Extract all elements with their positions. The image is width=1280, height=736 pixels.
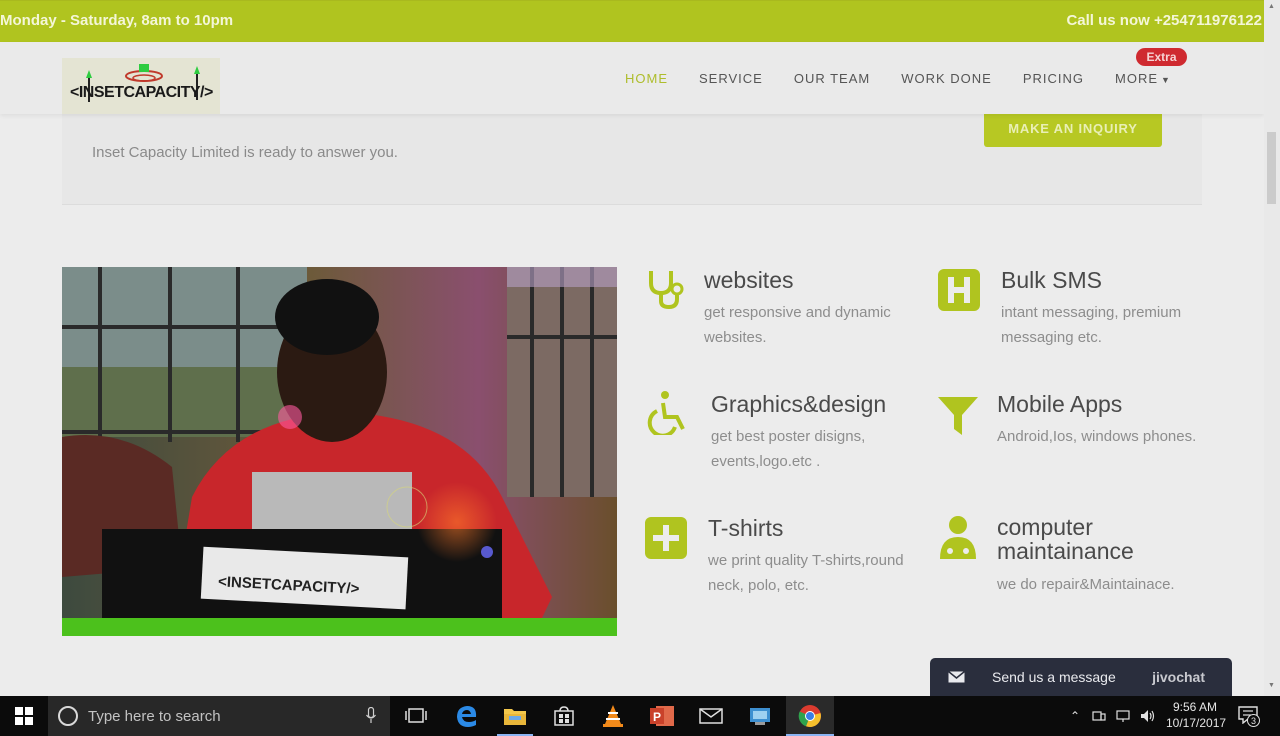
chevron-up-icon[interactable]: ⌃ (1070, 709, 1080, 723)
page-scrollbar[interactable]: ▲ ▼ (1264, 0, 1280, 696)
folder-icon (504, 709, 526, 725)
call-us-phone[interactable]: Call us now +254711976122 (1066, 12, 1262, 29)
user-doctor-icon (940, 516, 976, 559)
clock[interactable]: 9:56 AM 10/17/2017 (1166, 699, 1227, 731)
service-desc: we print quality T-shirts,round neck, po… (708, 552, 904, 594)
chat-brand: jivochat (1152, 669, 1205, 685)
chat-message-label: Send us a message (992, 669, 1116, 685)
main-nav: HOME SERVICE OUR TEAM WORK DONE PRICING … (625, 71, 1202, 86)
chrome-icon (798, 705, 821, 728)
stethoscope-icon (649, 271, 684, 310)
service-tshirts: T-shirts we print quality T-shirts,round… (645, 515, 915, 605)
powerpoint-icon: P (650, 706, 674, 726)
site-logo[interactable]: <INSETCAPACITY/> (62, 58, 220, 114)
nav-more-label: MORE (1115, 71, 1159, 86)
service-bulk-sms: Bulk SMS intant messaging, premium messa… (938, 267, 1208, 357)
jivochat-widget[interactable]: Send us a message jivochat (930, 658, 1232, 696)
vlc-cone-icon (603, 705, 623, 727)
cortana-icon (58, 706, 78, 726)
volume-icon[interactable] (1140, 709, 1156, 723)
nav-pricing[interactable]: PRICING (1023, 71, 1084, 86)
web-page: Monday - Saturday, 8am to 10pm Call us n… (0, 0, 1264, 696)
scroll-up-icon[interactable]: ▲ (1268, 3, 1275, 10)
service-title: T-shirts (708, 515, 784, 541)
edge-icon (457, 706, 477, 727)
team-member-photo: <INSETCAPACITY/> (62, 267, 617, 618)
microphone-icon[interactable] (366, 707, 376, 724)
logo-text: <INSETCAPACITY/> (70, 84, 213, 101)
service-desc: get responsive and dynamic websites. (704, 304, 891, 346)
extra-badge: Extra (1136, 48, 1187, 66)
service-title: Bulk SMS (1001, 267, 1102, 293)
make-inquiry-button[interactable]: MAKE AN INQUIRY (984, 110, 1162, 147)
chrome-button[interactable] (786, 696, 834, 736)
nav-work-done[interactable]: WORK DONE (901, 71, 992, 86)
service-graphics: Graphics&design get best poster disigns,… (645, 391, 915, 481)
task-view-button[interactable] (392, 696, 440, 736)
device-icon[interactable] (1092, 709, 1106, 723)
clock-time: 9:56 AM (1172, 700, 1218, 714)
service-desc: intant messaging, premium messaging etc. (1001, 304, 1182, 346)
clock-date: 10/17/2017 (1166, 716, 1227, 730)
service-title: Graphics&design (711, 391, 887, 417)
action-center-button[interactable]: 3 (1238, 706, 1260, 727)
service-desc: Android,Ios, windows phones. (997, 428, 1197, 445)
mail-button[interactable] (687, 696, 735, 736)
control-panel-button[interactable] (736, 696, 784, 736)
notification-count: 3 (1247, 714, 1260, 727)
taskbar-search-box[interactable]: Type here to search (48, 696, 390, 736)
service-title: Mobile Apps (997, 391, 1123, 417)
control-panel-icon (750, 708, 770, 725)
file-explorer-button[interactable] (491, 696, 539, 736)
vlc-button[interactable] (589, 696, 637, 736)
service-mobile-apps: Mobile Apps Android,Ios, windows phones. (938, 391, 1208, 481)
service-websites: websites get responsive and dynamic webs… (645, 267, 915, 357)
system-tray: ⌃ (1070, 696, 1156, 736)
service-computer-maintainance: computer maintainance we do repair&Maint… (938, 515, 1208, 605)
service-desc: get best poster disigns, events,logo.etc… (711, 428, 866, 470)
photo-accent-bar (62, 618, 617, 636)
store-button[interactable] (540, 696, 588, 736)
svg-text:P: P (653, 710, 661, 724)
service-title: computer maintainance (997, 514, 1134, 564)
scroll-down-icon[interactable]: ▼ (1268, 682, 1275, 689)
windows-taskbar: Type here to search P ⌃ 9:56 AM 10/17/20… (0, 696, 1280, 736)
scrollbar-thumb[interactable] (1267, 132, 1276, 204)
windows-start-icon[interactable] (15, 707, 33, 725)
edge-browser-button[interactable] (443, 696, 491, 736)
plus-square-icon (645, 517, 687, 559)
service-title: websites (704, 267, 794, 293)
top-info-bar: Monday - Saturday, 8am to 10pm Call us n… (0, 0, 1264, 42)
site-header: <INSETCAPACITY/> HOME SERVICE OUR TEAM W… (0, 42, 1264, 114)
caret-down-icon: ▼ (1161, 75, 1171, 85)
service-desc: we do repair&Maintainace. (997, 576, 1175, 593)
nav-home[interactable]: HOME (625, 71, 668, 86)
opening-hours: Monday - Saturday, 8am to 10pm (0, 12, 234, 29)
store-bag-icon (554, 706, 574, 726)
nav-more[interactable]: MORE ▼ (1115, 71, 1171, 86)
task-view-icon (405, 708, 427, 723)
powerpoint-button[interactable]: P (638, 696, 686, 736)
person-at-laptop-photo-icon (62, 267, 617, 618)
search-placeholder: Type here to search (88, 708, 221, 725)
wheelchair-icon (647, 391, 685, 435)
nav-our-team[interactable]: OUR TEAM (794, 71, 870, 86)
inquiry-subtitle: Inset Capacity Limited is ready to answe… (92, 144, 398, 161)
nav-service[interactable]: SERVICE (699, 71, 763, 86)
mail-icon (699, 708, 723, 724)
network-icon[interactable] (1116, 709, 1132, 723)
filter-icon (938, 397, 978, 435)
envelope-icon (948, 671, 965, 683)
hospital-sign-icon (938, 269, 980, 311)
